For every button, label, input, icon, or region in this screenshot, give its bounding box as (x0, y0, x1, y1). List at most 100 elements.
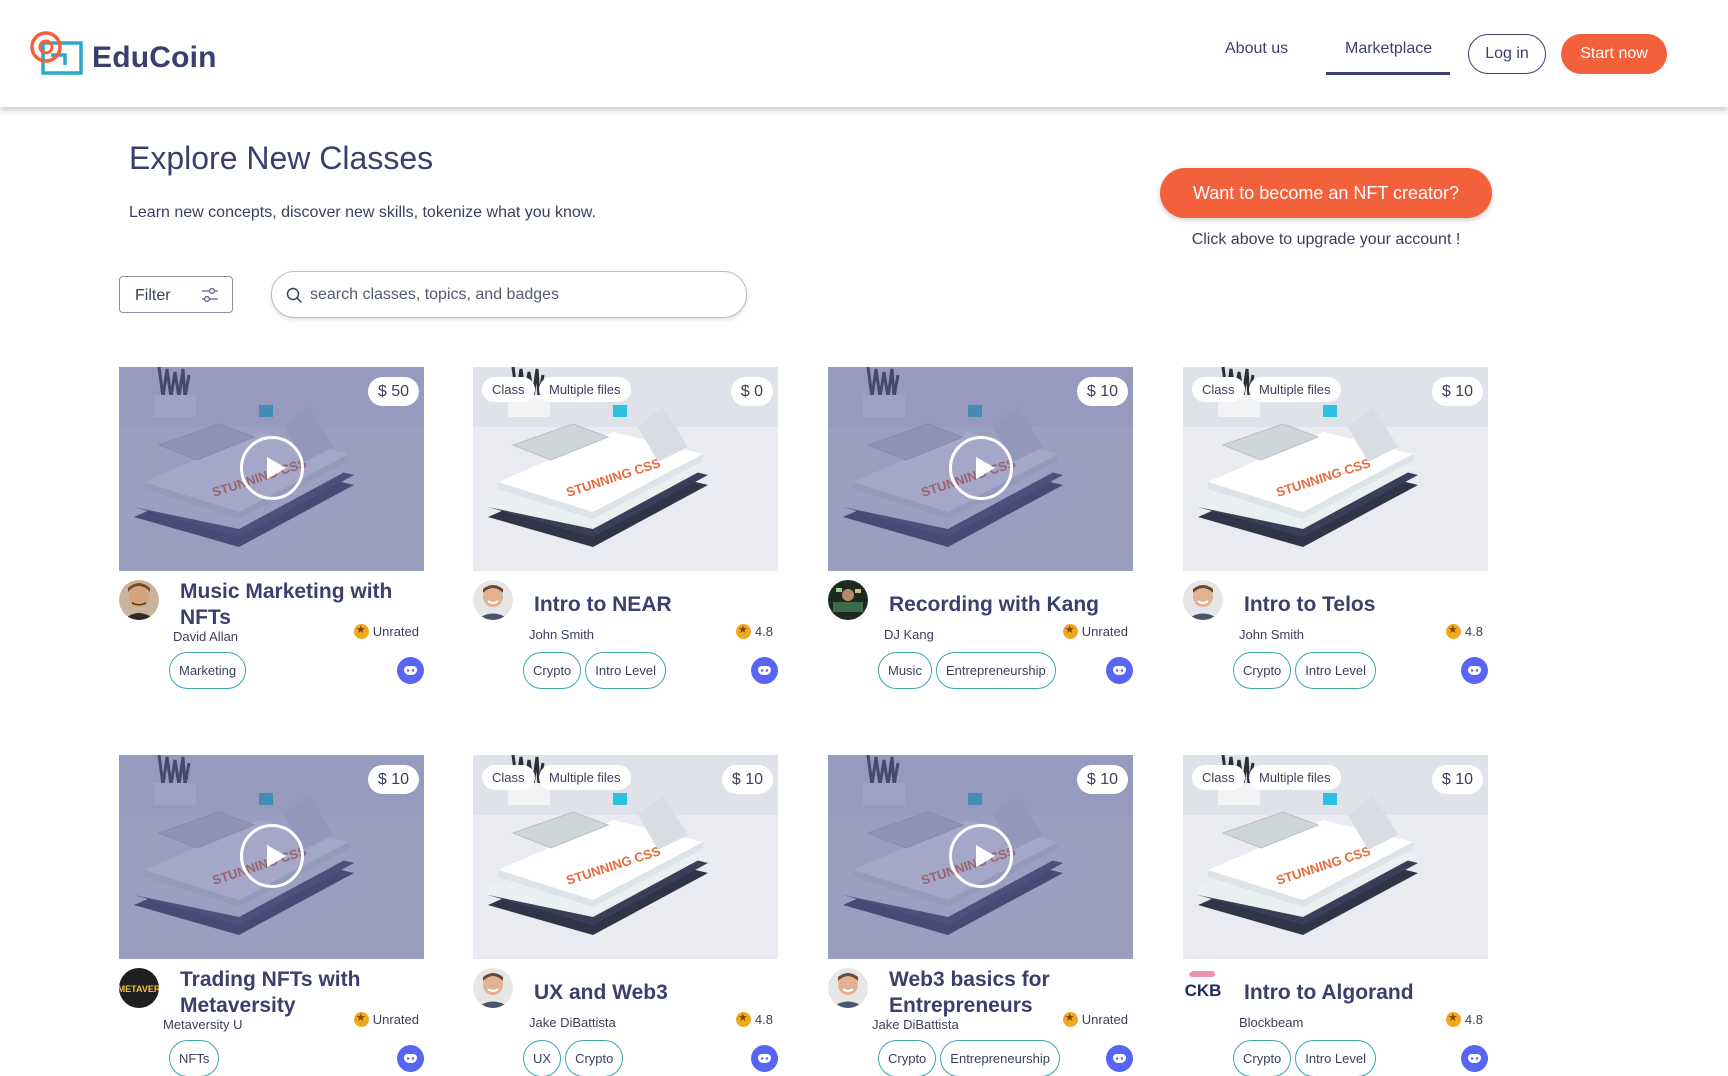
class-title[interactable]: Recording with Kang (889, 592, 1129, 618)
class-title[interactable]: Intro to Telos (1244, 592, 1484, 618)
class-card[interactable]: STUNNING CSS Class Multiple files $ 10 CKB I… (1183, 755, 1488, 1076)
tag-list: Crypto Entrepreneurship (878, 1040, 1061, 1076)
topic-tag[interactable]: Crypto (523, 652, 582, 689)
topic-tag[interactable]: UX (523, 1040, 562, 1076)
svg-text:METAVER: METAVER (119, 984, 159, 994)
become-nft-creator-button[interactable]: Want to become an NFT creator? (1160, 168, 1492, 218)
author-avatar[interactable] (473, 580, 513, 620)
topic-tag[interactable]: Crypto (565, 1040, 624, 1076)
class-thumbnail[interactable]: STUNNING CSS $ 50 (119, 367, 424, 571)
class-thumbnail[interactable]: STUNNING CSS Class Multiple files $ 0 (473, 367, 778, 571)
discord-icon[interactable] (397, 657, 424, 684)
class-card[interactable]: STUNNING CSS $ 50Music Marketing with NF… (119, 367, 424, 697)
play-icon[interactable] (240, 436, 304, 500)
class-card[interactable]: STUNNING CSS $ 10METAVERTrading NFTs wit… (119, 755, 424, 1076)
discord-icon[interactable] (1461, 657, 1488, 684)
files-chip[interactable]: Multiple files (539, 377, 631, 402)
class-thumbnail[interactable]: STUNNING CSS Class Multiple files $ 10 (1183, 367, 1488, 571)
topic-tag[interactable]: NFTs (169, 1040, 220, 1076)
star-icon (353, 623, 369, 639)
rating-value: Unrated (1081, 1012, 1128, 1027)
class-thumbnail[interactable]: STUNNING CSS Class Multiple files $ 10 (473, 755, 778, 959)
topic-tag[interactable]: Crypto (1233, 1040, 1292, 1076)
tag-list: Crypto Intro Level (1233, 652, 1376, 689)
class-thumbnail[interactable]: STUNNING CSS Class Multiple files $ 10 (1183, 755, 1488, 959)
discord-icon[interactable] (397, 1045, 424, 1072)
topic-tag[interactable]: Entrepreneurship (940, 1040, 1061, 1076)
class-card[interactable]: STUNNING CSS Class Multiple files $ 10 Intr… (1183, 367, 1488, 697)
search-input[interactable] (310, 282, 730, 308)
topic-tag[interactable]: Intro Level (1295, 652, 1376, 689)
author-name[interactable]: David Allan (173, 629, 238, 644)
class-card[interactable]: STUNNING CSS $ 10Web3 basics for Entrepr… (828, 755, 1133, 1076)
type-chip[interactable]: Class (482, 765, 535, 790)
topic-tag[interactable]: Intro Level (585, 652, 666, 689)
type-chip[interactable]: Class (1192, 377, 1245, 402)
topic-tag[interactable]: Marketing (169, 652, 247, 689)
active-tab-indicator (1326, 72, 1450, 75)
discord-icon[interactable] (1106, 657, 1133, 684)
author-name[interactable]: Metaversity U (163, 1017, 242, 1032)
topic-tag[interactable]: Crypto (878, 1040, 937, 1076)
author-name[interactable]: Blockbeam (1239, 1015, 1303, 1030)
class-thumbnail[interactable]: STUNNING CSS $ 10 (828, 755, 1133, 959)
files-chip[interactable]: Multiple files (1249, 765, 1341, 790)
type-chip[interactable]: Class (482, 377, 535, 402)
tag-list: UX Crypto (523, 1040, 624, 1076)
author-avatar[interactable] (828, 580, 868, 620)
class-card[interactable]: STUNNING CSS Class Multiple files $ 0 Intro… (473, 367, 778, 697)
discord-icon[interactable] (1461, 1045, 1488, 1072)
class-thumbnail[interactable]: STUNNING CSS $ 10 (119, 755, 424, 959)
rating-value: Unrated (372, 1012, 419, 1027)
author-avatar[interactable]: CKB (1183, 968, 1223, 1008)
author-avatar[interactable] (1183, 580, 1223, 620)
class-thumbnail[interactable]: STUNNING CSS $ 10 (828, 367, 1133, 571)
discord-icon[interactable] (1106, 1045, 1133, 1072)
tag-list: Crypto Intro Level (523, 652, 666, 689)
discord-icon[interactable] (751, 657, 778, 684)
search-bar (271, 271, 747, 318)
topic-tag[interactable]: Crypto (1233, 652, 1292, 689)
files-chip[interactable]: Multiple files (1249, 377, 1341, 402)
rating: Unrated (353, 623, 419, 639)
svg-text:CKB: CKB (1185, 981, 1222, 1000)
rating-value: 4.8 (754, 1012, 773, 1027)
nav-marketplace[interactable]: Marketplace (1345, 40, 1432, 58)
search-icon (286, 287, 303, 304)
author-avatar[interactable] (828, 968, 868, 1008)
topic-tag[interactable]: Intro Level (1295, 1040, 1376, 1076)
app-name: EduCoin (92, 41, 217, 74)
topic-tag[interactable]: Music (878, 652, 932, 689)
type-chip[interactable]: Class (1192, 765, 1245, 790)
play-icon[interactable] (240, 824, 304, 888)
price-badge: $ 10 (1431, 377, 1483, 406)
author-name[interactable]: John Smith (1239, 627, 1304, 642)
files-chip[interactable]: Multiple files (539, 765, 631, 790)
class-title[interactable]: Intro to NEAR (534, 592, 774, 618)
class-title[interactable]: UX and Web3 (534, 980, 774, 1006)
educoin-logo[interactable]: EduCoin (29, 30, 219, 80)
start-now-button[interactable]: Start now (1561, 34, 1667, 74)
author-avatar[interactable] (119, 580, 159, 620)
author-name[interactable]: DJ Kang (884, 627, 934, 642)
star-icon (353, 1011, 369, 1027)
filter-button[interactable]: Filter (119, 276, 233, 313)
author-name[interactable]: Jake DiBattista (872, 1017, 959, 1032)
author-avatar[interactable] (473, 968, 513, 1008)
author-avatar[interactable]: METAVER (119, 968, 159, 1008)
play-icon[interactable] (949, 824, 1013, 888)
author-name[interactable]: John Smith (529, 627, 594, 642)
author-name[interactable]: Jake DiBattista (529, 1015, 616, 1030)
rating: Unrated (353, 1011, 419, 1027)
class-card[interactable]: STUNNING CSS $ 10 Recording with Kang DJ K… (828, 367, 1133, 697)
price-badge: $ 10 (721, 765, 773, 794)
discord-icon[interactable] (751, 1045, 778, 1072)
class-title[interactable]: Intro to Algorand (1244, 980, 1484, 1006)
nav-about-us[interactable]: About us (1225, 40, 1288, 58)
topic-tag[interactable]: Entrepreneurship (935, 652, 1056, 689)
login-button[interactable]: Log in (1468, 34, 1546, 74)
rating-value: Unrated (1081, 624, 1128, 639)
class-card[interactable]: STUNNING CSS Class Multiple files $ 10 UX a… (473, 755, 778, 1076)
play-icon[interactable] (949, 436, 1013, 500)
price-badge: $ 10 (1076, 377, 1128, 406)
